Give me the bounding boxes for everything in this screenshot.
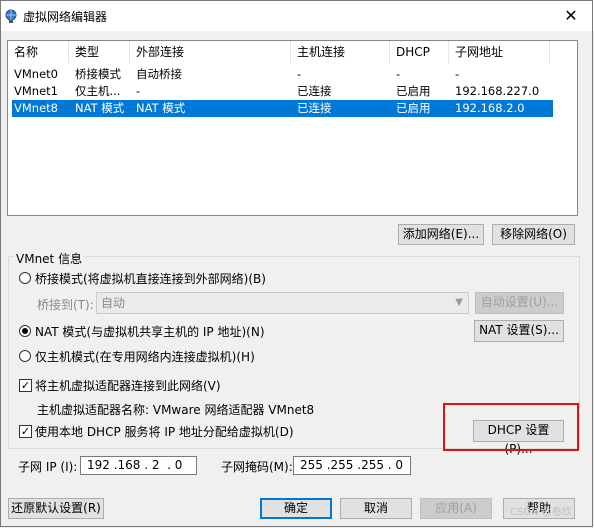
bridged-mode-radio[interactable] xyxy=(19,272,31,284)
network-globe-icon xyxy=(5,9,17,23)
bridged-to-label: 桥接到(T): xyxy=(37,298,94,312)
cell-subnet: 192.168.2.0 xyxy=(455,101,525,115)
column-header-name[interactable]: 名称 xyxy=(8,41,69,63)
cell-external: - xyxy=(136,84,141,98)
apply-button[interactable]: 应用(A) xyxy=(420,498,492,519)
subnet-ip-label: 子网 IP (I): xyxy=(18,460,78,474)
network-table[interactable]: 名称 类型 外部连接 主机连接 DHCP 子网地址 VMnet0 桥接模式 自动… xyxy=(7,40,578,216)
cell-type: NAT 模式 xyxy=(75,101,125,115)
cell-dhcp: 已启用 xyxy=(396,84,431,98)
connect-adapter-label[interactable]: 将主机虚拟适配器连接到此网络(V) xyxy=(35,377,221,394)
table-row[interactable]: VMnet1 仅主机... - 已连接 已启用 192.168.227.0 xyxy=(12,83,553,100)
cell-type: 仅主机... xyxy=(75,84,121,98)
cancel-button[interactable]: 取消 xyxy=(340,498,412,519)
restore-defaults-button[interactable]: 还原默认设置(R) xyxy=(8,498,104,519)
watermark-text: CSDN @卷欣 xyxy=(510,507,572,518)
subnet-mask-label: 子网掩码(M): xyxy=(221,460,293,474)
host-only-mode-radio[interactable] xyxy=(19,350,31,362)
auto-settings-button[interactable]: 自动设置(U)... xyxy=(475,292,564,314)
bridged-to-select[interactable]: 自动 ▼ xyxy=(96,292,469,314)
highlight-annotation xyxy=(443,403,579,451)
column-header-subnet[interactable]: 子网地址 xyxy=(449,41,550,63)
vmnet-info-label: VMnet 信息 xyxy=(14,250,85,267)
window-title: 虚拟网络编辑器 xyxy=(23,10,108,24)
cell-subnet: 192.168.227.0 xyxy=(455,84,540,98)
use-dhcp-label[interactable]: 使用本地 DHCP 服务将 IP 地址分配给虚拟机(D) xyxy=(35,423,294,440)
table-row-selected[interactable]: VMnet8 NAT 模式 NAT 模式 已连接 已启用 192.168.2.0 xyxy=(12,100,553,117)
add-network-button[interactable]: 添加网络(E)... xyxy=(398,224,484,245)
cell-type: 桥接模式 xyxy=(75,67,121,81)
ok-button[interactable]: 确定 xyxy=(260,498,332,519)
cell-host: 已连接 xyxy=(297,84,332,98)
table-header: 名称 类型 外部连接 主机连接 DHCP 子网地址 xyxy=(8,41,577,63)
cell-host: - xyxy=(297,67,302,81)
column-header-external[interactable]: 外部连接 xyxy=(130,41,291,63)
cell-subnet: - xyxy=(455,67,460,81)
cell-dhcp: 已启用 xyxy=(396,101,431,115)
bridged-to-value: 自动 xyxy=(101,296,126,310)
column-header-dhcp[interactable]: DHCP xyxy=(390,41,449,63)
subnet-ip-input[interactable]: 192 .168 . 2 . 0 xyxy=(80,456,197,475)
bridged-mode-label[interactable]: 桥接模式(将虚拟机直接连接到外部网络)(B) xyxy=(35,270,266,287)
adapter-name-text: 主机虚拟适配器名称: VMware 网络适配器 VMnet8 xyxy=(37,403,315,417)
cell-external: NAT 模式 xyxy=(136,101,186,115)
column-header-type[interactable]: 类型 xyxy=(69,41,130,63)
remove-network-button[interactable]: 移除网络(O) xyxy=(492,224,575,245)
cell-host: 已连接 xyxy=(297,101,332,115)
cell-name: VMnet1 xyxy=(14,84,58,98)
subnet-mask-input[interactable]: 255 .255 .255 . 0 xyxy=(293,456,411,475)
cell-external: 自动桥接 xyxy=(136,67,182,81)
close-icon[interactable]: ✕ xyxy=(556,4,586,28)
cell-dhcp: - xyxy=(396,67,401,81)
connect-adapter-checkbox[interactable]: ✓ xyxy=(19,379,32,392)
use-dhcp-checkbox[interactable]: ✓ xyxy=(19,425,32,438)
column-header-host[interactable]: 主机连接 xyxy=(291,41,390,63)
nat-settings-button[interactable]: NAT 设置(S)... xyxy=(474,320,564,342)
table-row[interactable]: VMnet0 桥接模式 自动桥接 - - - xyxy=(12,66,553,83)
chevron-down-icon: ▼ xyxy=(455,297,463,308)
cell-name: VMnet0 xyxy=(14,67,58,81)
title-bar: 虚拟网络编辑器 ✕ xyxy=(0,0,594,31)
nat-mode-label[interactable]: NAT 模式(与虚拟机共享主机的 IP 地址)(N) xyxy=(35,323,265,340)
host-only-mode-label[interactable]: 仅主机模式(在专用网络内连接虚拟机)(H) xyxy=(35,348,255,365)
nat-mode-radio[interactable] xyxy=(19,325,31,337)
cell-name: VMnet8 xyxy=(14,101,58,115)
